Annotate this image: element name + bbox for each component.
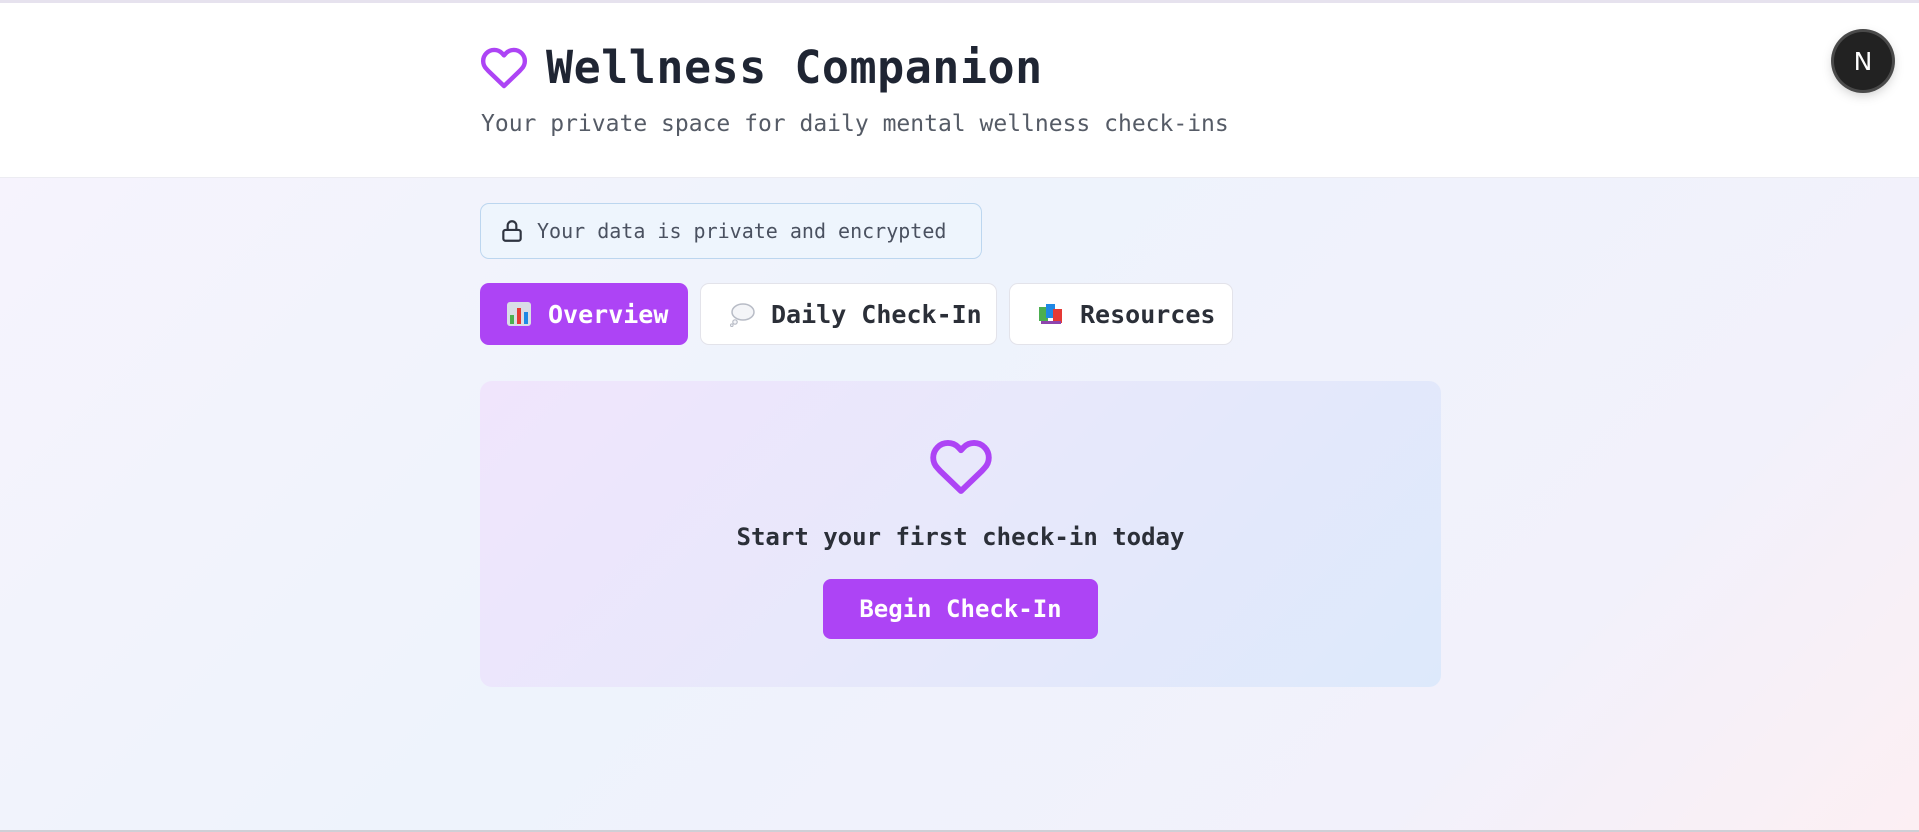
tab-resources-label: Resources	[1080, 299, 1216, 329]
tab-daily-check-in[interactable]: Daily Check-In	[700, 283, 997, 345]
page-subtitle: Your private space for daily mental well…	[481, 111, 1229, 137]
tab-overview-label: Overview	[548, 299, 669, 329]
tab-resources[interactable]: Resources	[1009, 283, 1233, 345]
books-icon	[1038, 301, 1064, 327]
page-title: Wellness Companion	[546, 41, 1043, 94]
app-header: Wellness Companion Your private space fo…	[0, 3, 1919, 178]
thought-bubble-icon	[729, 301, 755, 327]
tab-daily-check-in-label: Daily Check-In	[771, 299, 982, 329]
title-row: Wellness Companion	[480, 41, 1043, 94]
privacy-badge: Your data is private and encrypted	[480, 203, 982, 259]
bar-chart-icon	[506, 301, 532, 327]
lock-icon	[499, 218, 525, 244]
empty-state-message: Start your first check-in today	[736, 523, 1185, 551]
heart-icon	[480, 44, 528, 92]
user-avatar[interactable]: N	[1834, 32, 1892, 90]
privacy-badge-text: Your data is private and encrypted	[537, 219, 947, 243]
tab-bar: Overview Daily Check-In Resources	[480, 283, 1245, 345]
tab-overview[interactable]: Overview	[480, 283, 688, 345]
begin-check-in-button[interactable]: Begin Check-In	[823, 579, 1098, 639]
avatar-initial: N	[1853, 46, 1873, 76]
empty-state-card: Start your first check-in today Begin Ch…	[480, 381, 1441, 687]
heart-icon	[927, 435, 995, 499]
